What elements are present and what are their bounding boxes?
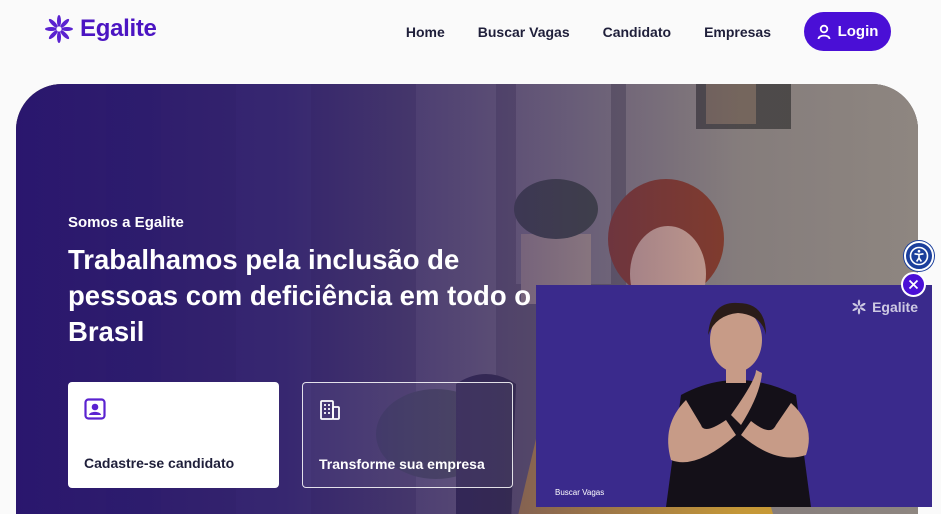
main-nav: Home Buscar Vagas Candidato Empresas Log…	[406, 12, 891, 51]
accessibility-icon	[909, 246, 929, 266]
login-label: Login	[837, 23, 879, 40]
video-logo-text: Egalite	[872, 299, 918, 315]
nav-home[interactable]: Home	[406, 24, 445, 40]
transform-company-label: Transforme sua empresa	[319, 456, 485, 472]
egalite-flower-icon	[45, 15, 73, 43]
sign-language-video[interactable]: Egalite Buscar Vagas	[536, 285, 932, 507]
video-caption: Buscar Vagas	[555, 488, 605, 497]
close-icon	[908, 279, 919, 290]
site-header: Egalite Home Buscar Vagas Candidato Empr…	[0, 0, 941, 62]
login-button[interactable]: Login	[804, 12, 891, 51]
hero-headline: Trabalhamos pela inclusão de pessoas com…	[68, 244, 532, 347]
hero-eyebrow: Somos a Egalite	[68, 214, 184, 231]
nav-buscar-vagas[interactable]: Buscar Vagas	[478, 24, 570, 40]
nav-empresas[interactable]: Empresas	[704, 24, 771, 40]
close-video-button[interactable]	[901, 272, 926, 297]
register-candidate-card[interactable]: Cadastre-se candidato	[68, 382, 279, 488]
interpreter-figure	[536, 285, 932, 507]
building-icon	[320, 400, 340, 420]
person-badge-icon	[84, 398, 106, 420]
transform-company-card[interactable]: Transforme sua empresa	[302, 382, 513, 488]
nav-candidato[interactable]: Candidato	[603, 24, 671, 40]
egalite-flower-icon	[852, 299, 866, 315]
logo-text: Egalite	[80, 15, 157, 42]
egalite-logo[interactable]: Egalite	[44, 14, 157, 44]
user-icon	[817, 24, 830, 39]
register-candidate-label: Cadastre-se candidato	[84, 455, 235, 471]
video-watermark-logo: Egalite	[851, 299, 918, 315]
accessibility-button[interactable]	[904, 241, 934, 271]
